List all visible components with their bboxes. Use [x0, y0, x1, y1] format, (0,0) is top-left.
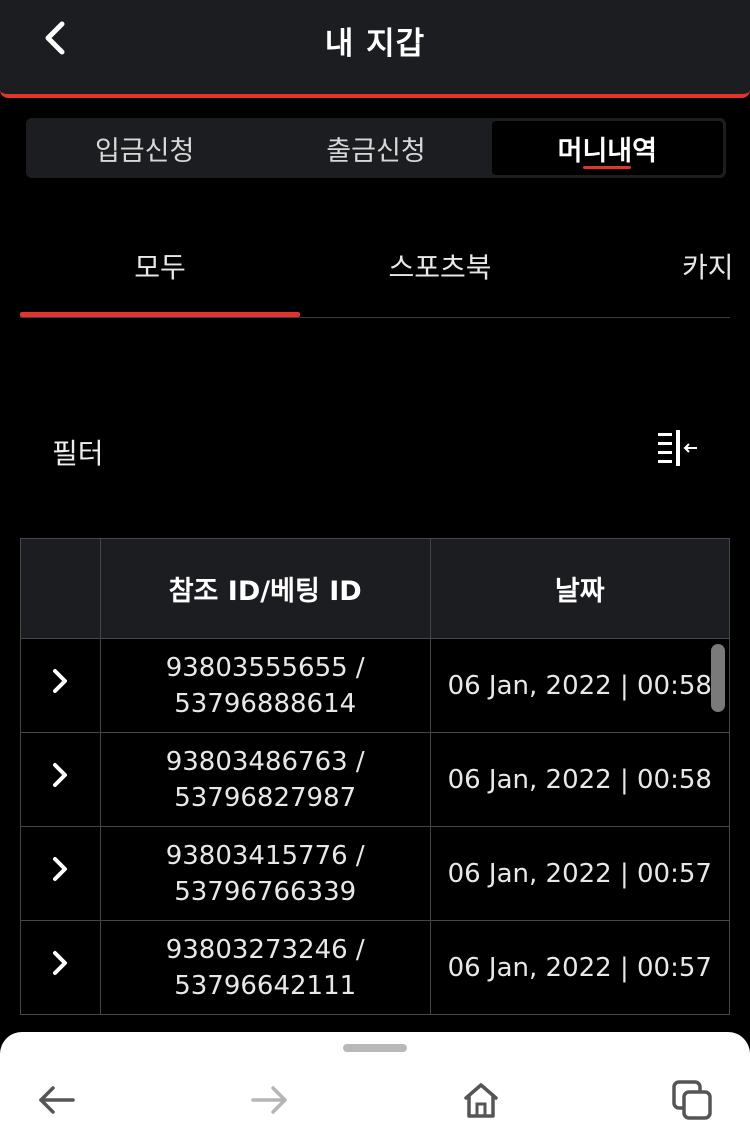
date-cell: 06 Jan, 2022 | 00:57 — [429, 826, 731, 921]
date-cell: 06 Jan, 2022 | 00:57 — [429, 920, 731, 1015]
row-expand-button[interactable] — [20, 920, 101, 1015]
reference-cell: 93803415776 / 53796766339 — [99, 826, 431, 921]
segment-label: 출금신청 — [326, 135, 426, 167]
reference-id: 93803415776 / — [165, 840, 365, 871]
page-title: 내 지갑 — [324, 26, 426, 62]
date-cell: 06 Jan, 2022 | 00:58 — [429, 732, 731, 827]
chevron-right-icon — [53, 856, 68, 881]
filter-toggle-button[interactable] — [656, 430, 700, 466]
browser-tabs-button[interactable] — [668, 1078, 716, 1122]
home-icon — [464, 1083, 498, 1118]
reference-cell: 93803273246 / 53796642111 — [99, 920, 431, 1015]
money-history-table: 참조 ID/베팅 ID 날짜 93803555655 / 53796888614 … — [20, 538, 731, 1015]
reference-id: 93803555655 / — [165, 652, 365, 683]
category-tabs: 모두 스포츠북 카지 — [20, 210, 730, 318]
reference-cell: 93803486763 / 53796827987 — [99, 732, 431, 827]
reference-cell: 93803555655 / 53796888614 — [99, 638, 431, 733]
header-date: 날짜 — [429, 538, 731, 639]
table-row[interactable]: 93803415776 / 53796766339 06 Jan, 2022 | … — [20, 826, 731, 921]
row-expand-button[interactable] — [20, 732, 101, 827]
browser-forward-button[interactable] — [245, 1078, 293, 1122]
bet-id: 53796827987 — [174, 782, 357, 813]
reference-id: 93803273246 / — [165, 934, 365, 965]
tab-label: 모두 — [134, 251, 186, 284]
chevron-right-icon — [53, 950, 68, 975]
tabs-icon — [672, 1080, 712, 1120]
filter-collapse-icon — [658, 430, 697, 466]
table-row[interactable]: 93803273246 / 53796642111 06 Jan, 2022 | … — [20, 920, 731, 1015]
table-header-row: 참조 ID/베팅 ID 날짜 — [20, 538, 731, 639]
chevron-right-icon — [53, 762, 68, 787]
date-cell: 06 Jan, 2022 | 00:58 — [429, 638, 731, 733]
browser-home-button[interactable] — [457, 1078, 505, 1122]
active-tab-indicator — [20, 312, 300, 317]
segment-label: 머니내역 — [557, 135, 657, 167]
tab-label: 카지 — [682, 251, 730, 284]
bet-id: 53796888614 — [174, 688, 357, 719]
browser-back-button[interactable] — [33, 1078, 81, 1122]
table-scrollbar[interactable] — [711, 644, 725, 712]
arrow-right-icon — [251, 1086, 287, 1114]
app-header: 내 지갑 — [0, 0, 750, 98]
reference-id: 93803486763 / — [165, 746, 365, 777]
filter-label: 필터 — [52, 437, 104, 470]
segment-withdraw[interactable]: 출금신청 — [260, 121, 491, 175]
segment-deposit[interactable]: 입금신청 — [29, 121, 260, 175]
active-segment-underline — [583, 166, 632, 169]
segment-label: 입금신청 — [94, 135, 195, 167]
header-reference-id: 참조 ID/베팅 ID — [99, 538, 431, 639]
segment-money-history[interactable]: 머니내역 — [491, 121, 723, 175]
bet-id: 53796766339 — [174, 876, 357, 907]
bet-id: 53796642111 — [174, 970, 357, 1001]
row-expand-button[interactable] — [20, 638, 101, 733]
tab-sportsbook[interactable]: 스포츠북 — [300, 210, 580, 314]
tab-label: 스포츠북 — [388, 251, 492, 284]
table-row[interactable]: 93803555655 / 53796888614 06 Jan, 2022 | … — [20, 638, 731, 733]
chevron-right-icon — [53, 668, 68, 693]
drag-handle[interactable] — [343, 1044, 407, 1052]
row-expand-button[interactable] — [20, 826, 101, 921]
tab-casino[interactable]: 카지 — [580, 210, 730, 314]
wallet-segment-control: 입금신청 출금신청 머니내역 — [26, 118, 726, 178]
tab-all[interactable]: 모두 — [20, 210, 300, 314]
table-row[interactable]: 93803486763 / 53796827987 06 Jan, 2022 | … — [20, 732, 731, 827]
browser-toolbar — [0, 1032, 750, 1144]
arrow-left-icon — [39, 1086, 75, 1114]
header-expand — [20, 538, 101, 639]
